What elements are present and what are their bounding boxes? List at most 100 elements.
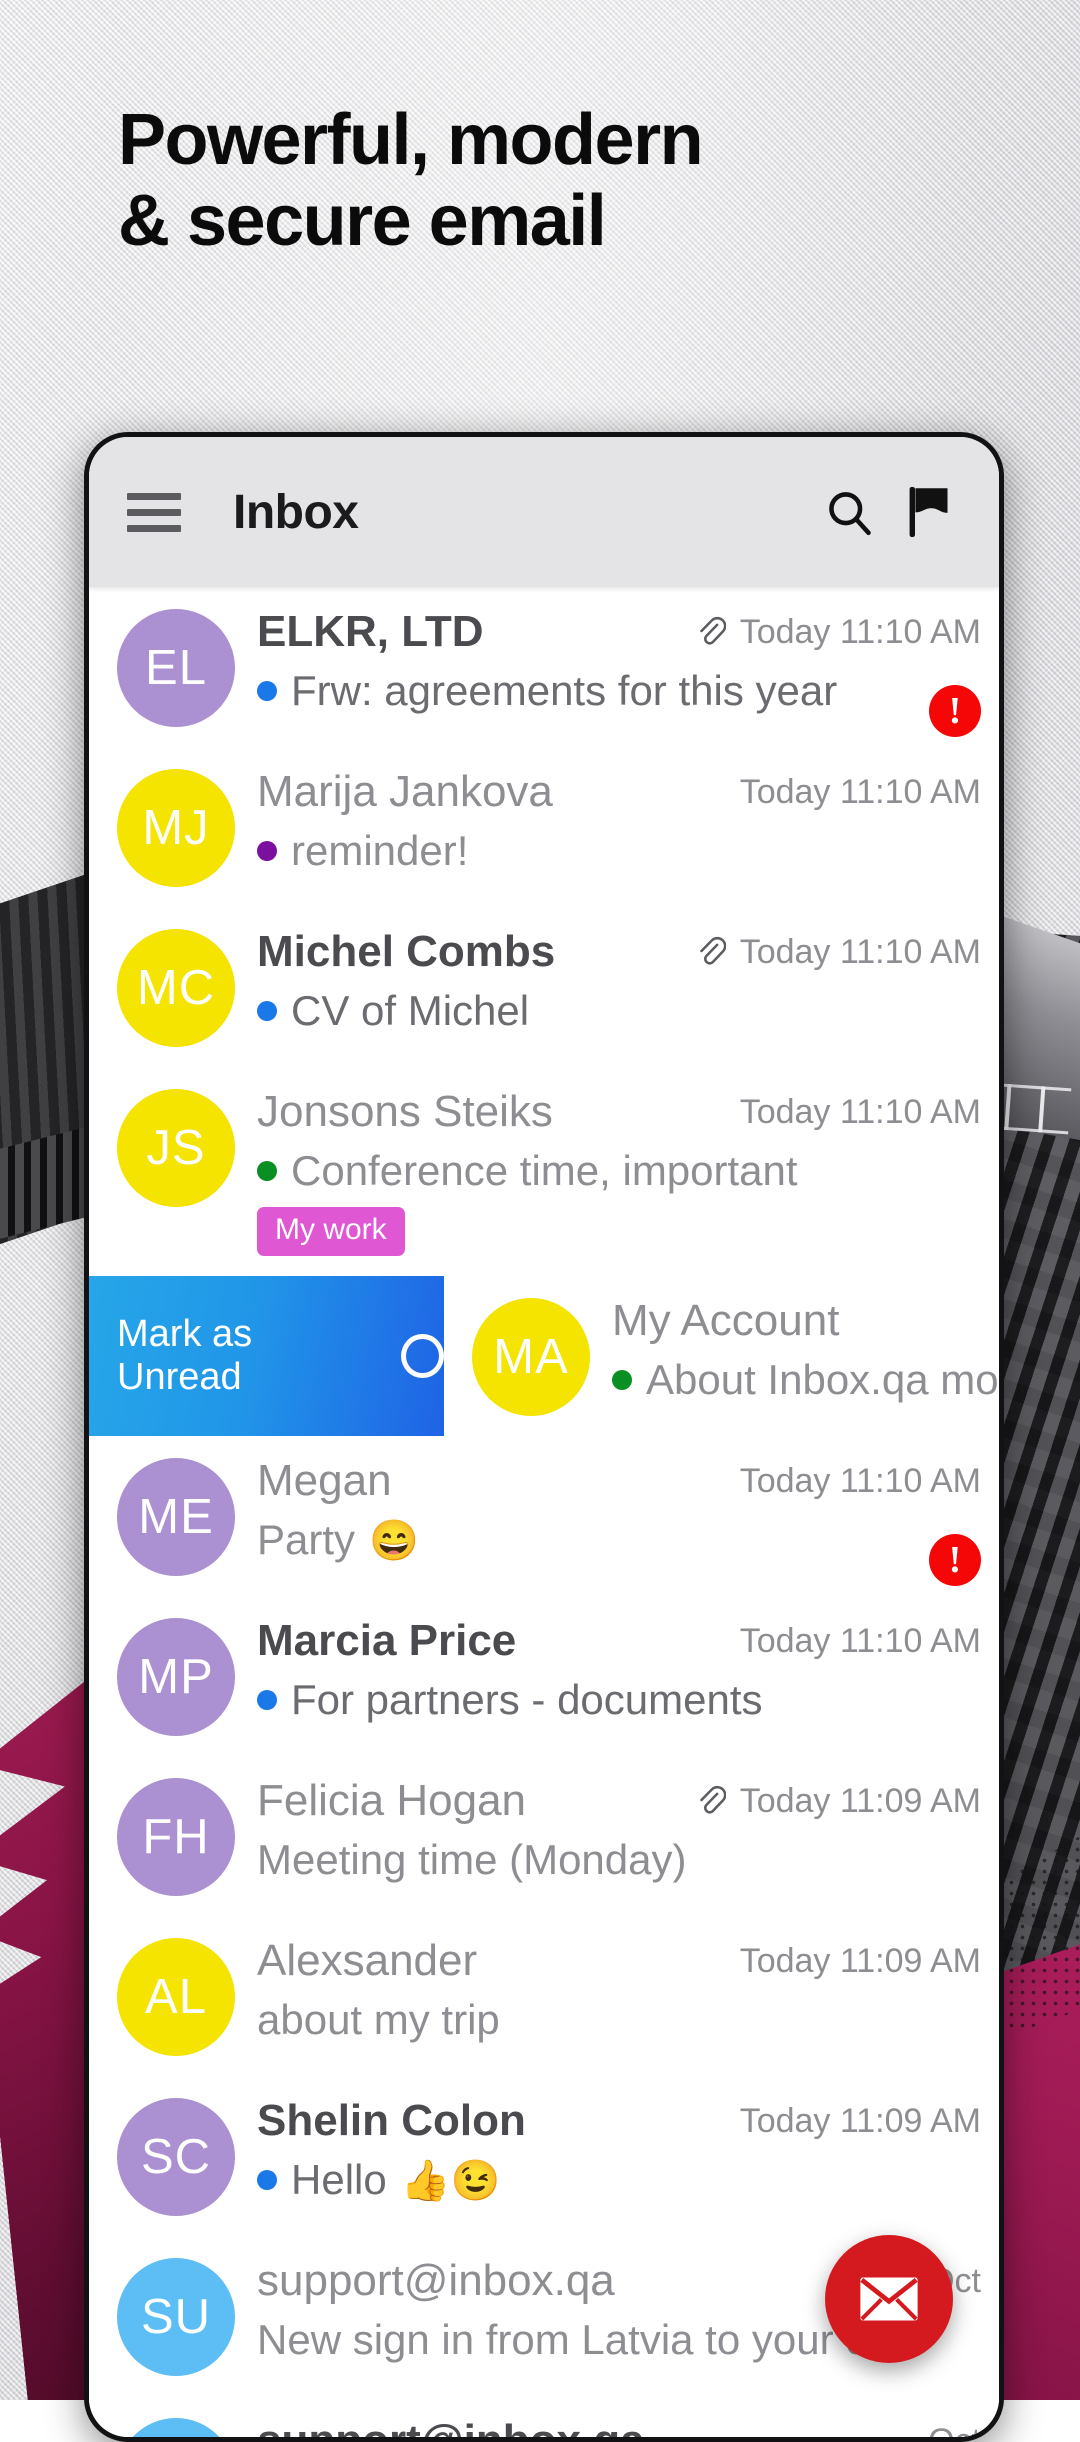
avatar[interactable]: MJ xyxy=(117,769,235,887)
email-sender: Marcia Price xyxy=(257,1616,740,1666)
email-label-tag[interactable]: My work xyxy=(257,1207,405,1256)
avatar[interactable]: SU xyxy=(117,2418,235,2442)
flag-icon[interactable] xyxy=(905,484,955,540)
avatar[interactable]: MC xyxy=(117,929,235,1047)
email-sender: My Account xyxy=(612,1296,999,1346)
email-timestamp: Today 11:09 AM xyxy=(740,2102,981,2141)
email-row-header: Shelin ColonToday 11:09 AM xyxy=(257,2096,981,2146)
avatar[interactable]: MA xyxy=(472,1298,590,1416)
email-row-header: Jonsons SteiksToday 11:10 AM xyxy=(257,1087,981,1137)
avatar[interactable]: EL xyxy=(117,609,235,727)
email-sender: Megan xyxy=(257,1456,740,1506)
email-list-item[interactable]: MEMeganToday 11:10 AMParty 😄! xyxy=(89,1436,999,1596)
email-timestamp: Today 11:10 AM xyxy=(740,613,981,652)
app-bar: Inbox xyxy=(89,437,999,587)
email-row-body: Michel CombsToday 11:10 AM CV of Michel xyxy=(257,927,999,1047)
email-meta: Today 11:10 AM xyxy=(740,1087,981,1132)
email-timestamp: Today 11:10 AM xyxy=(740,1622,981,1661)
email-row-header: My Account xyxy=(612,1296,999,1346)
avatar[interactable]: JS xyxy=(117,1089,235,1207)
swiped-email-row[interactable]: Mark as Unread MA My Account About Inbox.qa… xyxy=(89,1276,999,1436)
email-row-header: support@inbox.qaOct xyxy=(257,2416,981,2442)
email-subject: Hello xyxy=(291,2156,387,2204)
email-sender: Felicia Hogan xyxy=(257,1776,696,1826)
email-preview: Meeting time (Monday) xyxy=(257,1836,981,1884)
mark-as-unread-label: Mark as Unread xyxy=(117,1313,375,1399)
label-dot-icon xyxy=(257,1001,277,1021)
email-list-item[interactable]: MC Michel CombsToday 11:10 AM CV of Michel xyxy=(89,907,999,1067)
email-row-body: Jonsons SteiksToday 11:10 AM Conference t… xyxy=(257,1087,999,1256)
email-row-body: Marcia PriceToday 11:10 AM For partners -… xyxy=(257,1616,999,1736)
email-list-item[interactable]: SU support@inbox.qaOct xyxy=(89,2396,999,2442)
avatar[interactable]: AL xyxy=(117,1938,235,2056)
email-timestamp: Today 11:09 AM xyxy=(740,1942,981,1981)
email-preview: Frw: agreements for this year xyxy=(257,667,981,715)
search-icon[interactable] xyxy=(823,486,875,538)
email-meta: Today 11:09 AM xyxy=(696,1776,981,1821)
email-subject: New sign in from Latvia to your e xyxy=(257,2316,869,2364)
email-meta: Today 11:10 AM xyxy=(740,767,981,812)
email-subject: CV of Michel xyxy=(291,987,529,1035)
avatar[interactable]: SC xyxy=(117,2098,235,2216)
email-preview: Conference time, important xyxy=(257,1147,981,1195)
email-meta: Today 11:09 AM xyxy=(740,2096,981,2141)
email-preview: About Inbox.qa mob xyxy=(612,1356,999,1404)
subject-emoji: 👍😉 xyxy=(401,2157,501,2204)
app-bar-title: Inbox xyxy=(233,485,793,540)
avatar[interactable]: SU xyxy=(117,2258,235,2376)
email-row-body: Marija JankovaToday 11:10 AM reminder! xyxy=(257,767,999,887)
email-meta: Today 11:10 AM xyxy=(740,1616,981,1661)
email-row-header: Felicia HoganToday 11:09 AM xyxy=(257,1776,981,1826)
label-dot-icon xyxy=(257,2170,277,2190)
avatar[interactable]: MP xyxy=(117,1618,235,1736)
attachment-clip-icon xyxy=(696,616,726,650)
phone-mockup: Inbox EL ELKR, LTD Today 11:10 AM Frw: agre… xyxy=(84,432,1004,2442)
hamburger-menu-icon[interactable] xyxy=(127,493,181,532)
email-preview: For partners - documents xyxy=(257,1676,981,1724)
email-row-body: AlexsanderToday 11:09 AM about my trip xyxy=(257,1936,999,2056)
email-sender: Shelin Colon xyxy=(257,2096,740,2146)
email-sender: Alexsander xyxy=(257,1936,740,1986)
email-list-item[interactable]: EL ELKR, LTD Today 11:10 AM Frw: agreements… xyxy=(89,587,999,747)
label-dot-icon xyxy=(257,1161,277,1181)
email-subject: About Inbox.qa mob xyxy=(646,1356,999,1404)
email-list-item[interactable]: AL AlexsanderToday 11:09 AM about my trip xyxy=(89,1916,999,2076)
email-list-item[interactable]: MA My Account About Inbox.qa mob xyxy=(444,1276,999,1436)
email-meta: Today 11:09 AM xyxy=(740,1936,981,1981)
email-list-item[interactable]: FHFelicia HoganToday 11:09 AMMeeting tim… xyxy=(89,1756,999,1916)
avatar[interactable]: ME xyxy=(117,1458,235,1576)
email-subject: Conference time, important xyxy=(291,1147,798,1195)
email-row-header: Marcia PriceToday 11:10 AM xyxy=(257,1616,981,1666)
email-list-item[interactable]: SC Shelin ColonToday 11:09 AM Hello 👍😉 xyxy=(89,2076,999,2236)
email-row-body: ELKR, LTD Today 11:10 AM Frw: agreements f… xyxy=(257,607,999,727)
email-subject: Meeting time (Monday) xyxy=(257,1836,687,1884)
email-row-header: MeganToday 11:10 AM xyxy=(257,1456,981,1506)
email-timestamp: Today 11:10 AM xyxy=(740,1462,981,1501)
email-row-body: MeganToday 11:10 AMParty 😄! xyxy=(257,1456,999,1576)
email-meta: Oct xyxy=(928,2416,981,2442)
email-subject: Party xyxy=(257,1516,355,1564)
email-subject: Frw: agreements for this year xyxy=(291,667,837,715)
email-list-item[interactable]: MP Marcia PriceToday 11:10 AM For partners… xyxy=(89,1596,999,1756)
email-row-header: Michel CombsToday 11:10 AM xyxy=(257,927,981,977)
email-subject: For partners - documents xyxy=(291,1676,763,1724)
email-sender: Marija Jankova xyxy=(257,767,740,817)
email-meta: Today 11:10 AM xyxy=(696,607,981,652)
avatar[interactable]: FH xyxy=(117,1778,235,1896)
compose-fab-button[interactable] xyxy=(825,2235,953,2363)
email-sender: ELKR, LTD xyxy=(257,607,696,657)
email-list[interactable]: EL ELKR, LTD Today 11:10 AM Frw: agreements… xyxy=(89,587,999,2442)
email-preview: CV of Michel xyxy=(257,987,981,1035)
email-timestamp: Today 11:10 AM xyxy=(740,933,981,972)
email-preview: Hello 👍😉 xyxy=(257,2156,981,2204)
mark-as-unread-action[interactable]: Mark as Unread xyxy=(89,1276,444,1436)
email-row-body: Felicia HoganToday 11:09 AMMeeting time … xyxy=(257,1776,999,1896)
email-subject: about my trip xyxy=(257,1996,500,2044)
page-title: Powerful, modern & secure email xyxy=(118,100,998,261)
email-list-item[interactable]: JS Jonsons SteiksToday 11:10 AM Conference… xyxy=(89,1067,999,1276)
email-list-item[interactable]: MJ Marija JankovaToday 11:10 AM reminder! xyxy=(89,747,999,907)
email-timestamp: Oct xyxy=(928,2422,981,2442)
email-sender: Jonsons Steiks xyxy=(257,1087,740,1137)
email-preview: reminder! xyxy=(257,827,981,875)
subject-emoji: 😄 xyxy=(369,1517,419,1564)
